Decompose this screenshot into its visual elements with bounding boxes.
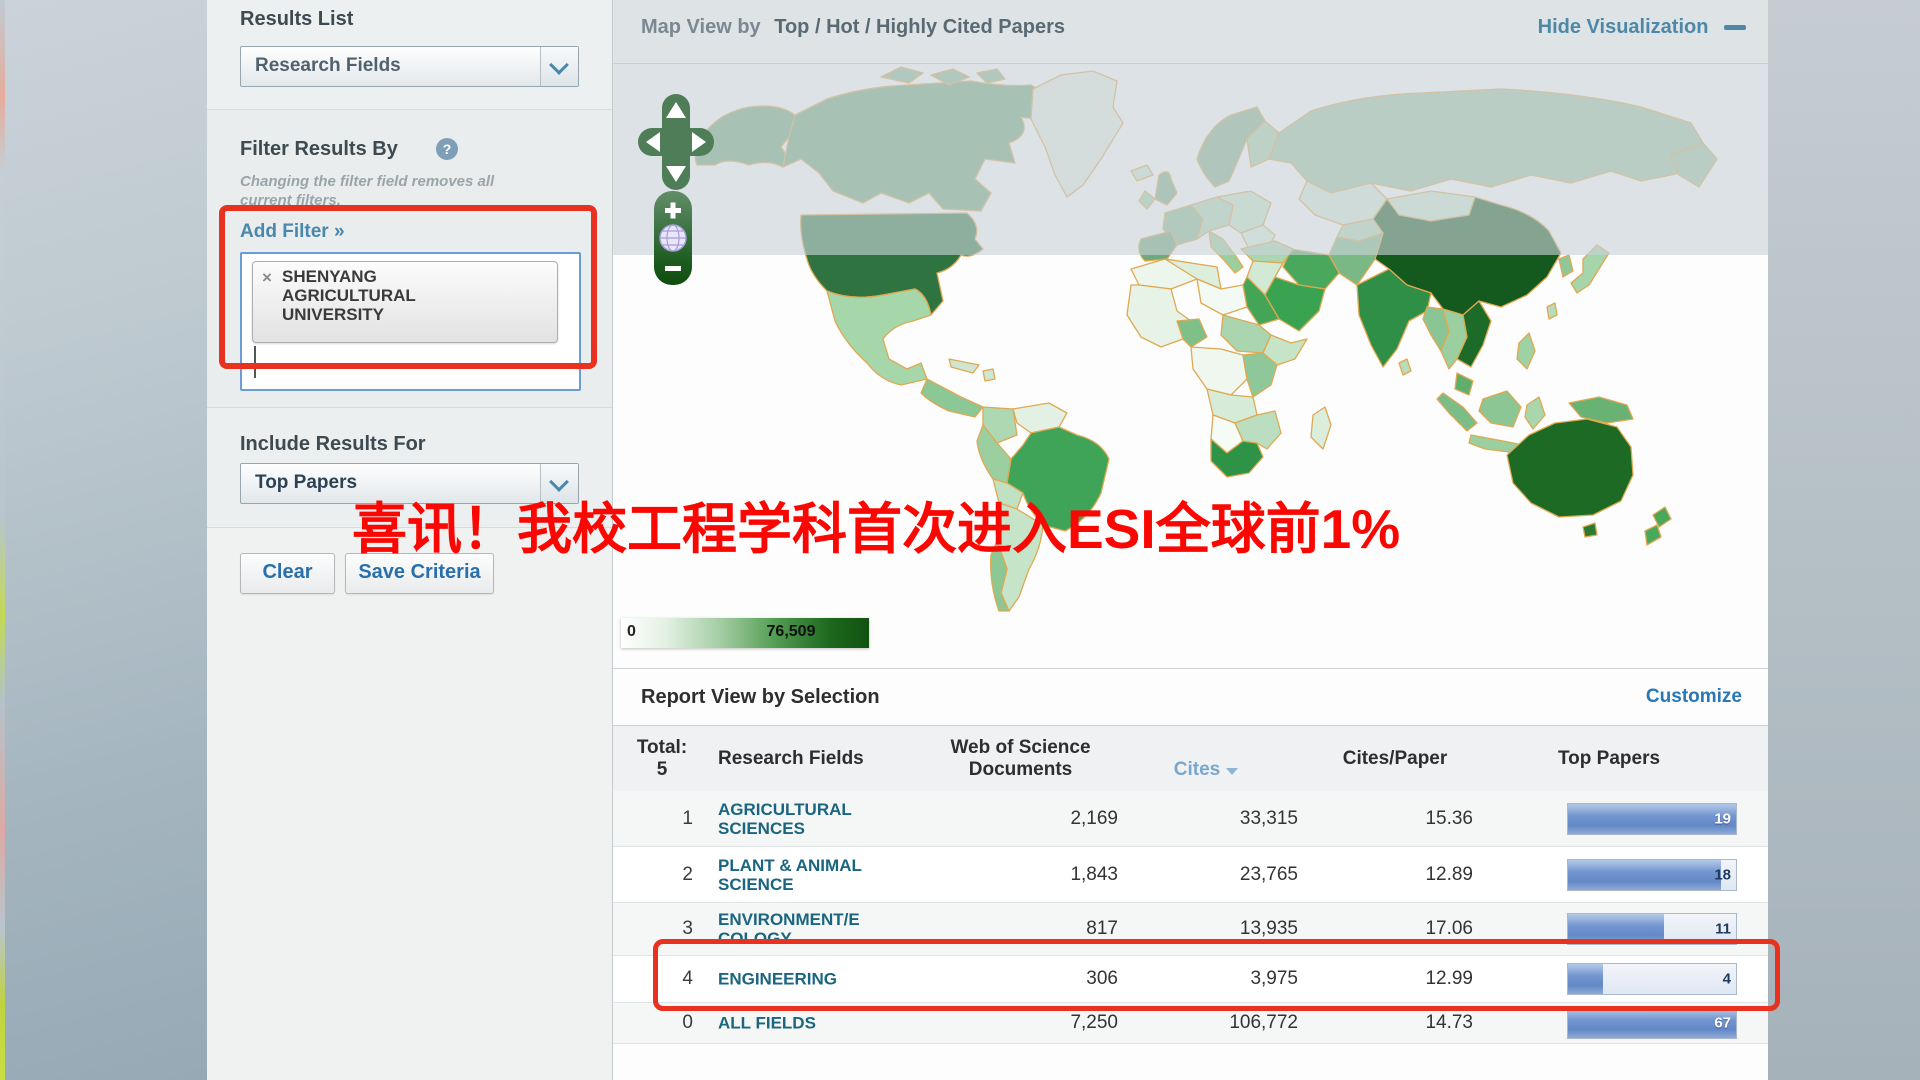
clear-button[interactable]: Clear bbox=[240, 553, 335, 594]
cites-value: 106,772 bbox=[1098, 1012, 1298, 1034]
slide-background-right bbox=[1767, 0, 1920, 1080]
report-view-title: Report View by Selection bbox=[641, 686, 880, 709]
filter-note-line1: Changing the filter field removes all bbox=[240, 173, 494, 190]
table-row: 1 AGRICULTURAL SCIENCES2,16933,31515.36 19 bbox=[613, 791, 1768, 847]
engineering-row-highlight-annotation bbox=[653, 939, 1780, 1011]
column-header-cites-per-paper[interactable]: Cites/Paper bbox=[1295, 748, 1495, 770]
map-view-title-prefix: Map View by bbox=[641, 16, 761, 38]
column-header-cites[interactable]: Cites bbox=[1106, 737, 1306, 781]
slide-background-left bbox=[0, 0, 207, 1080]
documents-value: 817 bbox=[918, 918, 1118, 940]
cites-per-paper-value: 17.06 bbox=[1273, 918, 1473, 940]
row-rank: 3 bbox=[631, 918, 693, 940]
research-field-link[interactable]: ALL FIELDS bbox=[718, 1014, 923, 1033]
cites-value: 23,765 bbox=[1098, 864, 1298, 886]
filter-results-heading: Filter Results By bbox=[240, 138, 398, 161]
top-papers-bar: 18 bbox=[1567, 859, 1737, 891]
documents-value: 7,250 bbox=[918, 1012, 1118, 1034]
minus-icon bbox=[1724, 25, 1746, 30]
cites-header-label: Cites bbox=[1174, 759, 1220, 780]
help-icon[interactable]: ? bbox=[436, 138, 458, 160]
map-pan-control[interactable] bbox=[638, 94, 714, 190]
documents-value: 2,169 bbox=[918, 808, 1118, 830]
chevron-down-icon[interactable] bbox=[540, 47, 578, 86]
legend-min-value: 0 bbox=[627, 623, 636, 641]
filter-highlight-annotation bbox=[219, 205, 597, 369]
results-list-selected-value: Research Fields bbox=[255, 47, 401, 84]
screenshot-stage: Results List Research Fields Filter Resu… bbox=[0, 0, 1920, 1080]
top-papers-bar-fill bbox=[1568, 860, 1721, 890]
sort-descending-icon bbox=[1226, 768, 1238, 775]
top-papers-value: 19 bbox=[1714, 810, 1731, 827]
slide-edge-strip bbox=[0, 0, 5, 1080]
choropleth-legend: 0 76,509 bbox=[621, 618, 869, 648]
cites-per-paper-value: 15.36 bbox=[1273, 808, 1473, 830]
top-papers-value: 18 bbox=[1714, 866, 1731, 883]
globe-icon bbox=[660, 225, 686, 251]
cites-per-paper-value: 12.89 bbox=[1273, 864, 1473, 886]
results-list-heading: Results List bbox=[240, 8, 353, 31]
documents-value: 1,843 bbox=[918, 864, 1118, 886]
top-papers-value: 11 bbox=[1715, 921, 1731, 938]
announcement-overlay-text: 喜讯！我校工程学科首次进入ESI全球前1% bbox=[352, 498, 1400, 561]
include-results-selected-value: Top Papers bbox=[255, 464, 357, 501]
map-upper-gray-band bbox=[613, 63, 1768, 255]
hide-visualization-label: Hide Visualization bbox=[1538, 16, 1709, 38]
divider bbox=[613, 668, 1768, 669]
column-header-top-papers[interactable]: Top Papers bbox=[1509, 748, 1709, 770]
results-list-select[interactable]: Research Fields bbox=[240, 46, 579, 87]
column-header-research-fields[interactable]: Research Fields bbox=[718, 748, 918, 770]
sidebar-footer-section bbox=[207, 527, 612, 1080]
top-papers-bar-fill bbox=[1568, 804, 1736, 834]
customize-link[interactable]: Customize bbox=[1646, 686, 1742, 708]
top-papers-bar-fill bbox=[1568, 1008, 1736, 1038]
column-header-documents[interactable]: Web of Science Documents bbox=[923, 737, 1118, 781]
total-count-header: Total: 5 bbox=[631, 737, 693, 781]
row-rank: 1 bbox=[631, 808, 693, 830]
row-rank: 2 bbox=[631, 864, 693, 886]
research-field-link[interactable]: PLANT & ANIMAL SCIENCE bbox=[718, 856, 923, 894]
map-zoom-control[interactable] bbox=[653, 190, 693, 286]
top-papers-bar: 67 bbox=[1567, 1007, 1737, 1039]
cites-value: 33,315 bbox=[1098, 808, 1298, 830]
row-rank: 0 bbox=[631, 1012, 693, 1034]
top-papers-bar: 19 bbox=[1567, 803, 1737, 835]
legend-max-value: 76,509 bbox=[721, 623, 861, 641]
table-header-row: Total: 5 Research Fields Web of Science … bbox=[613, 725, 1768, 792]
hide-visualization-link[interactable]: Hide Visualization bbox=[1538, 16, 1746, 39]
research-field-link[interactable]: AGRICULTURAL SCIENCES bbox=[718, 800, 923, 838]
table-row: 2 PLANT & ANIMAL SCIENCE1,84323,76512.89 1… bbox=[613, 847, 1768, 903]
map-view-title: Map View by Top / Hot / Highly Cited Pap… bbox=[641, 16, 1065, 39]
include-results-heading: Include Results For bbox=[240, 433, 426, 456]
visualization-header-band: Map View by Top / Hot / Highly Cited Pap… bbox=[613, 0, 1768, 64]
top-papers-value: 67 bbox=[1714, 1015, 1731, 1032]
zoom-out-icon bbox=[665, 266, 681, 271]
map-view-title-main: Top / Hot / Highly Cited Papers bbox=[774, 16, 1065, 38]
cites-per-paper-value: 14.73 bbox=[1273, 1012, 1473, 1034]
cites-value: 13,935 bbox=[1098, 918, 1298, 940]
